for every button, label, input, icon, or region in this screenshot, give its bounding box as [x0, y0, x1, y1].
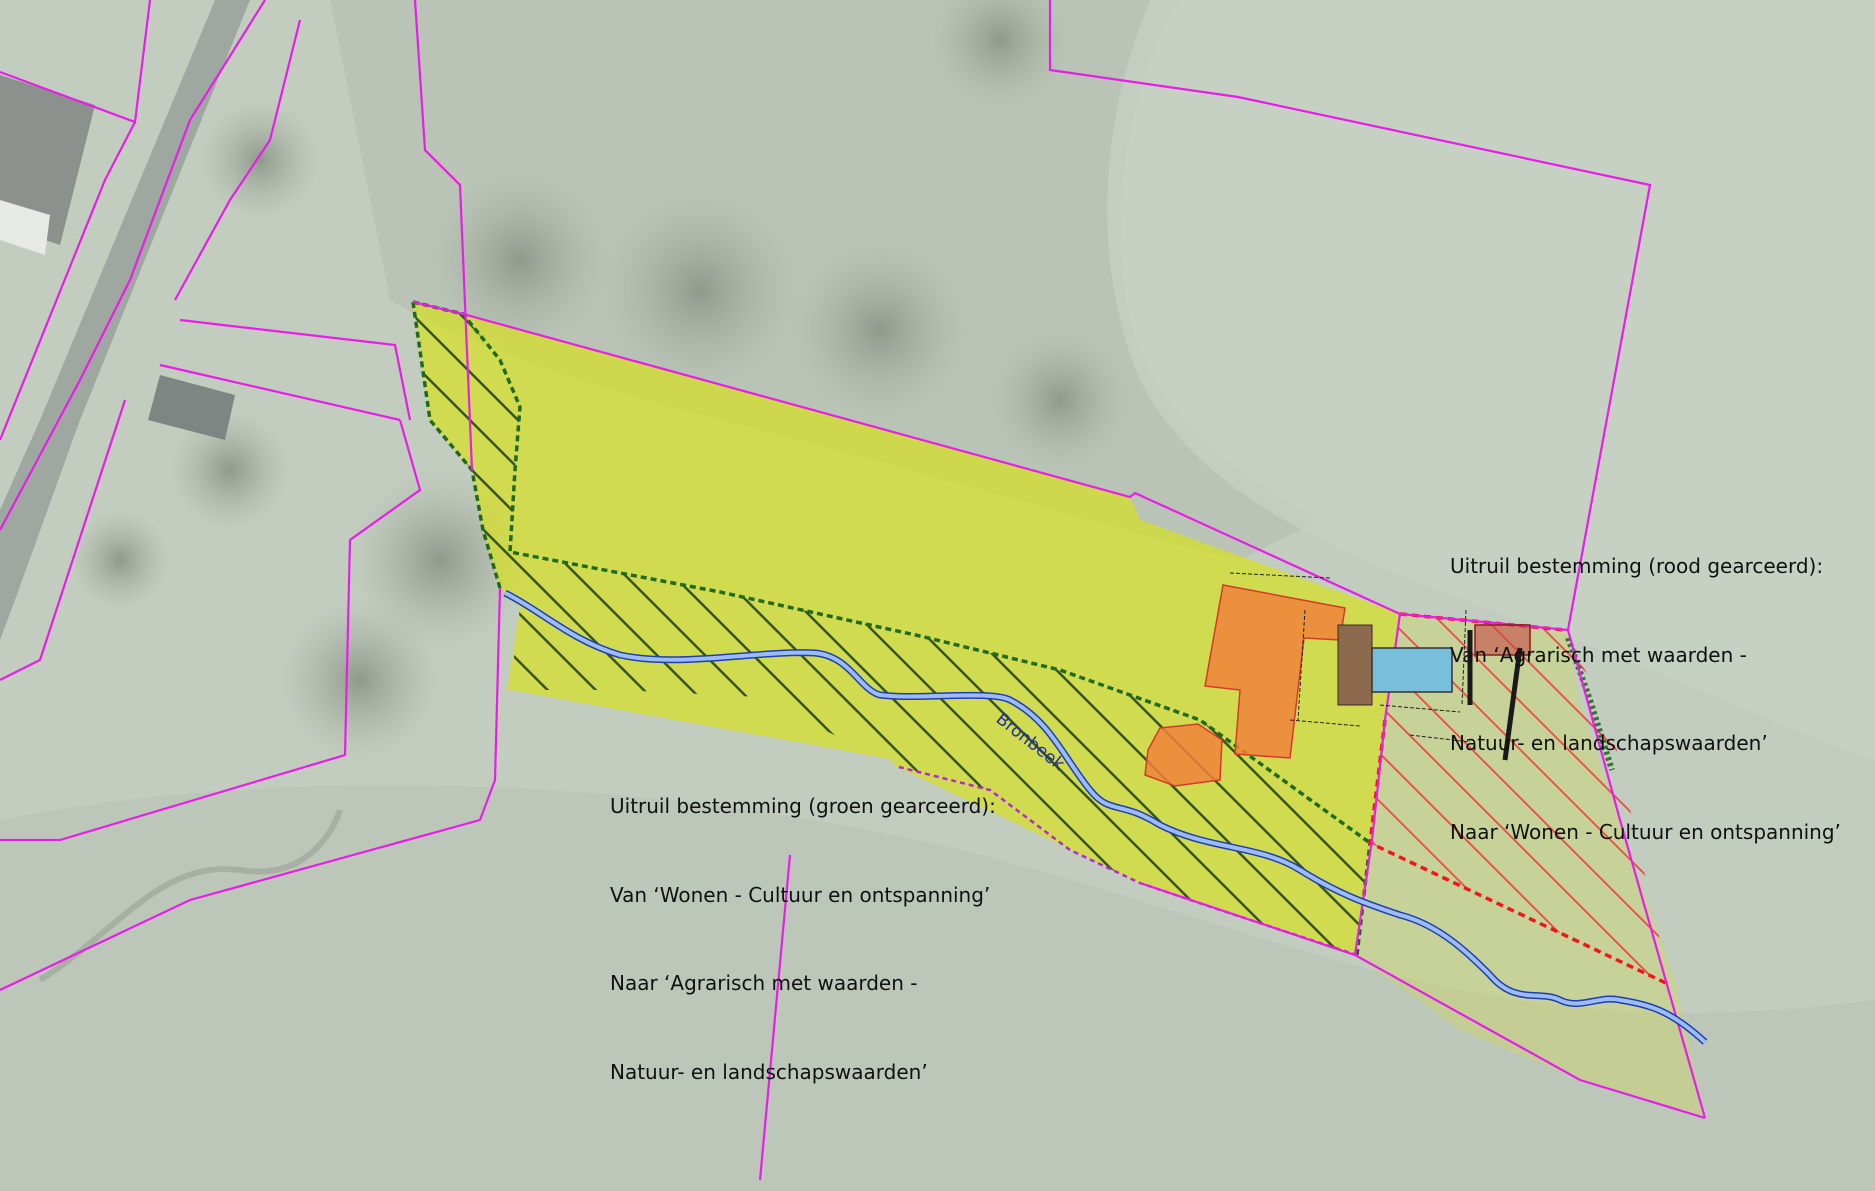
annotation-red-line-3: Natuur- en landschapswaarden’: [1450, 731, 1768, 755]
building-shed: [1337, 624, 1373, 706]
annotation-red-line-1: Uitruil bestemming (rood gearceerd):: [1450, 554, 1824, 578]
annotation-red-line-2: Van ‘Agrarisch met waarden -: [1450, 642, 1747, 667]
annotation-green-line-4: Natuur- en landschapswaarden’: [610, 1059, 928, 1084]
annotation-red-line-4: Naar ‘Wonen - Cultuur en ontspanning’: [1450, 819, 1841, 844]
annotation-red: Uitruil bestemming (rood gearceerd): Van…: [1450, 493, 1841, 877]
pool: [1371, 647, 1453, 693]
building-annex: [1144, 723, 1223, 787]
annotation-green-line-2: Van ‘Wonen - Cultuur en ontspanning’: [610, 882, 991, 907]
annotation-green: Uitruil bestemming (groen gearceerd): Va…: [610, 733, 996, 1117]
annotation-green-line-1: Uitruil bestemming (groen gearceerd):: [610, 794, 996, 818]
annotation-green-line-3: Naar ‘Agrarisch met waarden -: [610, 971, 918, 995]
